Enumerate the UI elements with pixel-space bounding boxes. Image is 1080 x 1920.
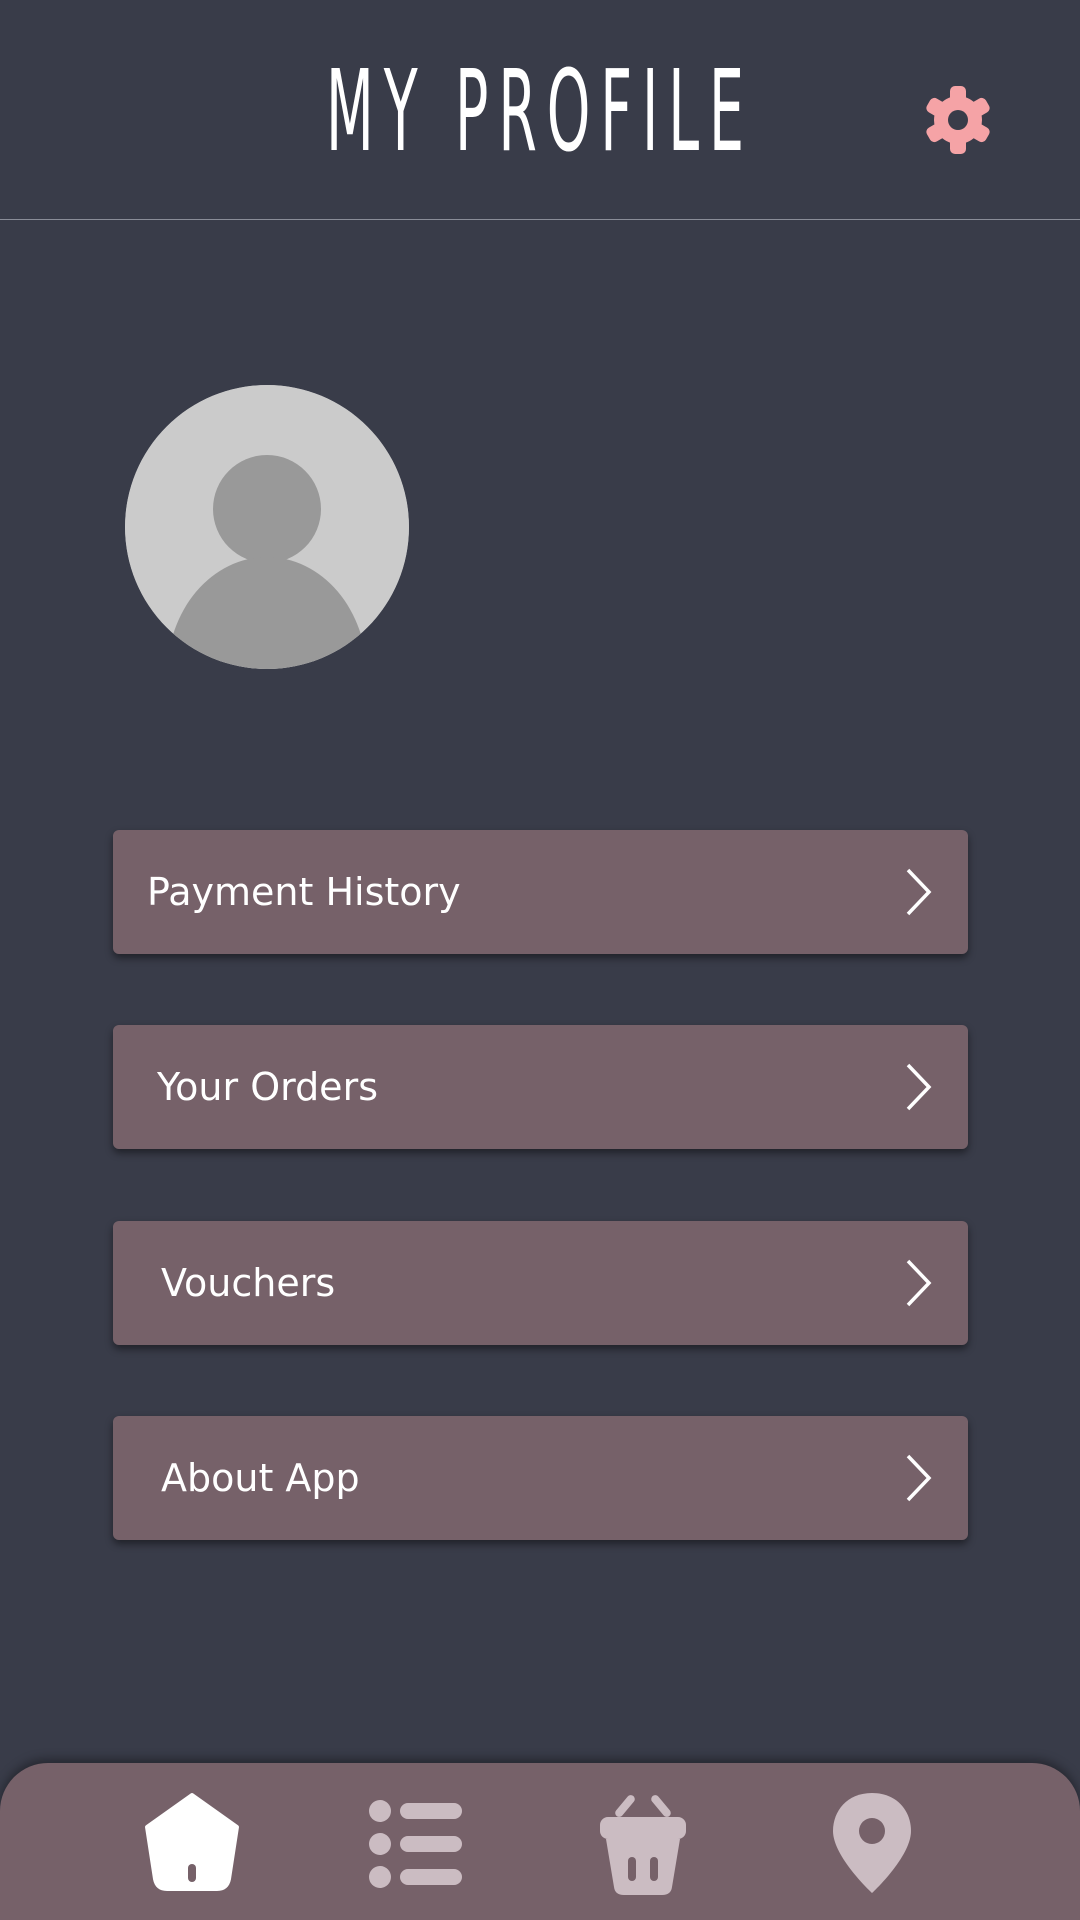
header-bar: MY PROFILE <box>0 0 1080 220</box>
gear-icon[interactable] <box>922 84 994 156</box>
chevron-right-icon <box>891 1257 943 1309</box>
chevron-right-icon <box>891 866 943 918</box>
tab-location[interactable] <box>817 1789 927 1899</box>
avatar[interactable] <box>125 385 409 669</box>
tab-basket[interactable] <box>588 1789 698 1899</box>
about-app-button[interactable]: About App <box>113 1416 968 1540</box>
payment-history-button[interactable]: Payment History <box>113 830 968 954</box>
page-title: MY PROFILE <box>326 47 754 177</box>
bottom-tab-bar <box>0 1763 1080 1920</box>
basket-icon <box>600 1795 686 1895</box>
tab-home[interactable] <box>137 1789 247 1899</box>
tab-list[interactable] <box>360 1789 470 1899</box>
list-icon <box>369 1800 462 1888</box>
menu-item-label: Payment History <box>147 870 461 914</box>
your-orders-button[interactable]: Your Orders <box>113 1025 968 1149</box>
home-icon <box>145 1793 239 1891</box>
menu-item-label: Your Orders <box>157 1065 378 1109</box>
menu-item-label: About App <box>161 1456 360 1500</box>
chevron-right-icon <box>891 1061 943 1113</box>
menu-item-label: Vouchers <box>161 1261 336 1305</box>
vouchers-button[interactable]: Vouchers <box>113 1221 968 1345</box>
chevron-right-icon <box>891 1452 943 1504</box>
location-pin-icon <box>833 1793 911 1893</box>
